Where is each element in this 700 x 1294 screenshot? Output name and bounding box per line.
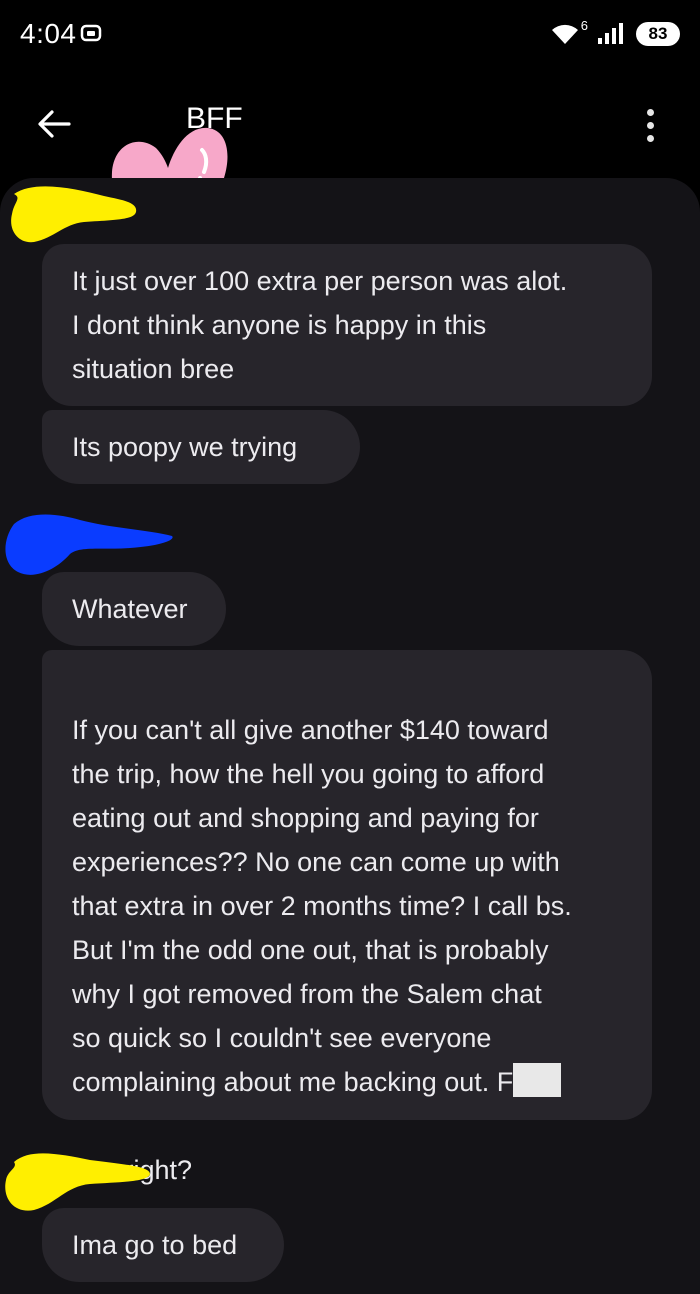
status-bar: 4:04 6 83 xyxy=(0,0,700,70)
conversation-panel: It just over 100 extra per person was al… xyxy=(0,178,700,1294)
messages-screen: 4:04 6 83 BFF It just over 100 extra per… xyxy=(0,0,700,1294)
more-options-button[interactable] xyxy=(630,100,670,150)
wifi-generation-label: 6 xyxy=(580,18,588,33)
message-text: If you can't all give another $140 towar… xyxy=(72,715,572,1097)
message-bubble[interactable]: Whatever xyxy=(42,572,226,646)
conversation-header: BFF xyxy=(0,70,700,261)
screen-record-icon xyxy=(80,24,102,42)
yellow-redaction-scribble xyxy=(11,186,137,243)
message-bubble[interactable]: If you can't all give another $140 towar… xyxy=(42,650,652,1185)
redaction-block xyxy=(513,1063,562,1097)
blue-redaction-scribble xyxy=(5,514,173,575)
signal-icon xyxy=(598,23,623,44)
battery-indicator: 83 xyxy=(636,22,680,46)
wifi-icon xyxy=(552,24,578,44)
more-dot xyxy=(646,134,654,142)
status-icons: 6 83 xyxy=(540,18,680,48)
more-vertical-icon xyxy=(646,108,654,116)
yellow-redaction-scribble xyxy=(5,1153,150,1211)
status-time: 4:04 xyxy=(20,18,77,49)
more-dot xyxy=(646,121,654,129)
back-button[interactable] xyxy=(30,100,78,148)
message-bubble[interactable]: Ima go to bed xyxy=(42,1208,284,1282)
message-bubble[interactable]: It just over 100 extra per person was al… xyxy=(42,244,652,406)
arrow-left-icon xyxy=(38,110,71,138)
message-bubble[interactable]: Its poopy we trying xyxy=(42,410,360,484)
